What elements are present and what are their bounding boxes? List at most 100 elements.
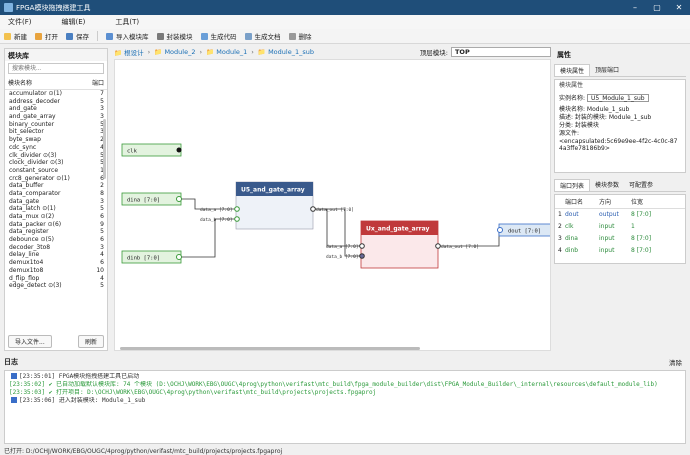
list-item[interactable]: bit_selector3 <box>5 128 107 136</box>
menu-bar: 文件(F) 编辑(E) 工具(T) <box>0 15 690 29</box>
tab-config-params[interactable]: 可配置参 <box>624 179 658 191</box>
breadcrumb-root[interactable]: 📁 根设计 <box>114 47 144 57</box>
block-u5-pin-b[interactable] <box>234 216 240 222</box>
list-item[interactable]: decoder_3to8 3 <box>5 244 107 252</box>
block-ux-port-out-label: data_out [7:0] <box>441 244 479 250</box>
block-ux-pin-b[interactable] <box>359 253 365 259</box>
list-item[interactable]: clock_divider ⊙(3)5 <box>5 159 107 167</box>
canvas-scrollbar[interactable] <box>120 347 420 350</box>
minimize-button[interactable]: – <box>624 3 646 12</box>
tab-port-list[interactable]: 端口列表 <box>554 179 591 191</box>
save-button[interactable]: 保存 <box>66 31 89 41</box>
list-item[interactable]: data_gate 3 <box>5 198 107 206</box>
schematic-svg[interactable]: clk dina [7:0] dinb [7:0] U5_and_gate_ar… <box>115 60 551 351</box>
block-ux-pin-a[interactable] <box>359 243 365 249</box>
table-row[interactable]: 2 clk input 1 <box>555 221 685 233</box>
output-port-dout[interactable]: dout [7:0] <box>497 223 552 237</box>
close-button[interactable]: ✕ <box>668 3 690 12</box>
list-item[interactable]: cdc_sync4 <box>5 144 107 152</box>
list-item[interactable]: edge_detect ⊙(3) 5 <box>5 282 107 290</box>
block-u5-pin-out[interactable] <box>310 206 316 212</box>
port-dir: input <box>599 247 615 254</box>
table-row[interactable]: 4 dinb input 8 [7:0] <box>555 245 685 257</box>
breadcrumb-module-2[interactable]: 📁 Module_2 <box>154 48 195 56</box>
list-item[interactable]: constant_source1 <box>5 167 107 175</box>
generate-doc-button[interactable]: 生成文档 <box>244 31 281 41</box>
module-port-count: 3 <box>100 243 104 251</box>
menu-file[interactable]: 文件(F) <box>8 17 32 27</box>
port-width: 8 [7:0] <box>631 247 652 254</box>
import-file-button[interactable]: 导入文件... <box>8 335 52 348</box>
table-row[interactable]: 3 dina input 8 [7:0] <box>555 233 685 245</box>
instance-name-input[interactable]: U5_Module_1_sub <box>587 94 649 102</box>
info-icon <box>11 373 17 379</box>
module-name: clock_divider ⊙(3) <box>9 159 64 167</box>
list-item[interactable]: and_gate 3 <box>5 105 107 113</box>
block-ux-pin-out[interactable] <box>435 243 441 249</box>
list-item[interactable]: accumulator ⊙(1) 7 <box>5 90 107 98</box>
input-port-dinb-label: dinb [7:0] <box>127 256 160 262</box>
input-port-dina[interactable]: dina [7:0] <box>121 192 182 206</box>
breadcrumb-module-1-sub[interactable]: 📁 Module_1_sub <box>258 48 314 56</box>
tab-module-properties[interactable]: 模块属性 <box>554 64 591 76</box>
clear-log-button[interactable]: 清除 <box>669 357 682 367</box>
list-item[interactable]: binary_counter5 <box>5 121 107 129</box>
list-item[interactable]: data_latch ⊙(1) 5 <box>5 205 107 213</box>
list-item[interactable]: data_packer ⊙(6) 9 <box>5 221 107 229</box>
log-panel[interactable]: [23:35:01] FPGA模块拖拽搭建工具已启动 [23:35:02] ✔ 已… <box>4 370 686 444</box>
list-item[interactable]: crc8_generator ⊙(1) 6 <box>5 175 107 183</box>
library-scrollbar[interactable] <box>103 119 106 179</box>
list-item[interactable]: clk_divider ⊙(3)5 <box>5 152 107 160</box>
list-item[interactable]: demux1to4 6 <box>5 259 107 267</box>
list-item[interactable]: byte_swap2 <box>5 136 107 144</box>
list-item[interactable]: and_gate_array 3 <box>5 113 107 121</box>
block-ux-port-a-label: data_a [7:0] <box>326 244 359 250</box>
delete-button[interactable]: 删除 <box>288 31 312 41</box>
wire-u5-to-ux-a[interactable] <box>315 208 361 247</box>
module-block-ux[interactable]: Ux_and_gate_array data_a [7:0] data_b [7… <box>326 220 479 269</box>
menu-tools[interactable]: 工具(T) <box>115 17 139 27</box>
new-button[interactable]: 新建 <box>4 31 27 41</box>
open-button[interactable]: 打开 <box>35 31 58 41</box>
module-search-input[interactable] <box>8 63 104 74</box>
module-port-count: 2 <box>100 182 104 190</box>
list-item[interactable]: data_buffer 2 <box>5 182 107 190</box>
list-item[interactable]: address_decoder 5 <box>5 98 107 106</box>
block-u5-pin-a[interactable] <box>234 206 240 212</box>
module-name: data_register <box>9 228 49 236</box>
list-item[interactable]: d_flip_flop 4 <box>5 275 107 283</box>
input-port-clk-pin[interactable] <box>176 147 182 153</box>
wire-ux-to-dout[interactable] <box>439 230 500 247</box>
input-port-clk[interactable]: clk <box>121 143 182 157</box>
refresh-button[interactable]: 刷新 <box>77 335 104 348</box>
import-library-button[interactable]: 导入模块库 <box>106 31 149 41</box>
table-row[interactable]: 1 dout output 8 [7:0] <box>555 209 685 221</box>
list-item[interactable]: demux1to8 10 <box>5 267 107 275</box>
list-item[interactable]: data_mux ⊙(2) 6 <box>5 213 107 221</box>
list-item[interactable]: data_comparator 8 <box>5 190 107 198</box>
wire-dinb[interactable] <box>181 218 236 258</box>
description-text: 描述: 封装的模块: Module_1_sub <box>559 114 652 121</box>
menu-edit[interactable]: 编辑(E) <box>62 17 86 27</box>
block-u5-port-a-label: data_a [7:0] <box>200 207 233 213</box>
encapsulate-button[interactable]: 封装模块 <box>156 31 193 41</box>
input-port-clk-label: clk <box>127 149 138 155</box>
category-text: 分类: 封装模块 <box>559 122 599 129</box>
input-port-dinb[interactable]: dinb [7:0] <box>121 250 182 264</box>
top-module-input[interactable]: TOP <box>451 47 551 57</box>
input-port-dinb-pin[interactable] <box>176 254 182 260</box>
tab-top-ports[interactable]: 顶层端口 <box>590 64 624 76</box>
list-item[interactable]: data_register 5 <box>5 228 107 236</box>
module-name: and_gate <box>9 105 37 113</box>
list-item[interactable]: debounce ⊙(5) 6 <box>5 236 107 244</box>
design-canvas[interactable]: clk dina [7:0] dinb [7:0] U5_and_gate_ar… <box>114 59 551 351</box>
output-port-dout-pin[interactable] <box>497 227 503 233</box>
generate-code-button[interactable]: 生成代码 <box>200 31 237 41</box>
input-port-dina-pin[interactable] <box>176 196 182 202</box>
list-item[interactable]: delay_line 4 <box>5 251 107 259</box>
maximize-button[interactable]: ▢ <box>646 3 668 12</box>
module-block-u5[interactable]: U5_and_gate_array data_a [7:0] data_b [7… <box>200 181 354 230</box>
module-port-count: 7 <box>100 90 104 97</box>
breadcrumb-module-1[interactable]: 📁 Module_1 <box>206 48 247 56</box>
tab-module-params[interactable]: 模块参数 <box>590 179 624 191</box>
